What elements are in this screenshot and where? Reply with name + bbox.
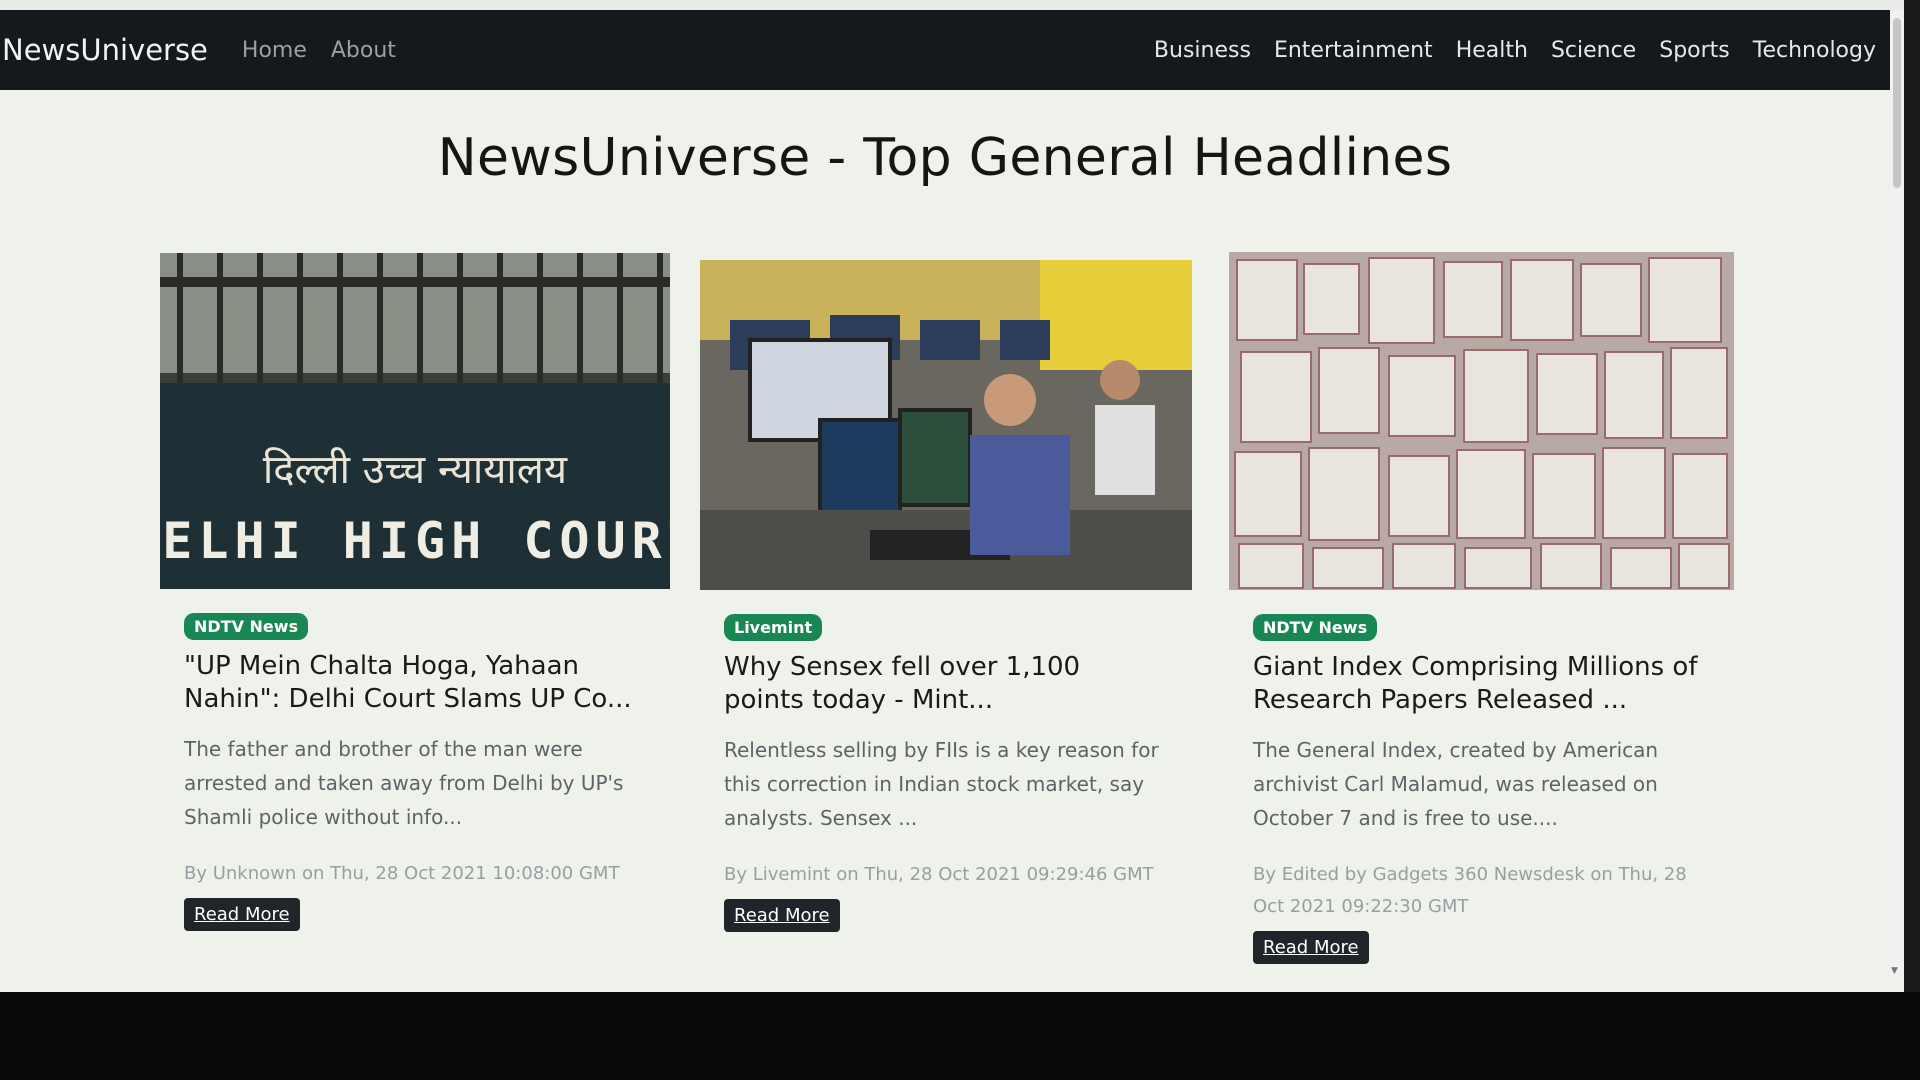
nav-link-health[interactable]: Health [1456, 38, 1528, 63]
image-text-english: DELHI HIGH COURT [160, 512, 670, 570]
news-image-research-papers[interactable] [1229, 252, 1734, 590]
nav-link-sports[interactable]: Sports [1659, 38, 1730, 63]
nav-link-technology[interactable]: Technology [1753, 38, 1876, 63]
news-card: दिल्ली उच्च न्यायालय DELHI HIGH COURT ND… [160, 253, 670, 931]
card-title: Why Sensex fell over 1,100 points today … [724, 652, 1081, 715]
vertical-scrollbar[interactable]: ▼ [1890, 10, 1904, 980]
card-body: NDTV News "UP Mein Chalta Hoga, Yahaan N… [160, 589, 670, 931]
card-description: Relentless selling by FIIs is a key reas… [724, 738, 1159, 830]
scroll-down-arrow-icon[interactable]: ▼ [1891, 966, 1898, 976]
page-title: NewsUniverse - Top General Headlines [437, 128, 1453, 188]
source-badge: Livemint [724, 614, 823, 641]
nav-link-science[interactable]: Science [1551, 38, 1636, 63]
source-badge: NDTV News [1253, 614, 1378, 641]
image-text-hindi: दिल्ली उच्च न्यायालय [263, 447, 568, 493]
news-image-trading-floor[interactable] [700, 260, 1192, 590]
read-more-button[interactable]: Read More [184, 898, 300, 931]
nav-link-about[interactable]: About [331, 38, 396, 63]
card-title: "UP Mein Chalta Hoga, Yahaan Nahin": Del… [184, 651, 632, 714]
card-meta: By Livemint on Thu, 28 Oct 2021 09:29:46… [724, 864, 1154, 885]
source-badge: NDTV News [184, 613, 309, 640]
nav-link-entertainment[interactable]: Entertainment [1274, 38, 1433, 63]
navbar: NewsUniverse Home About Business Enterta… [0, 10, 1904, 90]
news-card: NDTV News Giant Index Comprising Million… [1229, 252, 1734, 964]
card-body: NDTV News Giant Index Comprising Million… [1229, 590, 1734, 964]
main-content: NewsUniverse - Top General Headlines दिल… [0, 90, 1890, 980]
browser-viewport: NewsUniverse Home About Business Enterta… [0, 0, 1904, 992]
top-strip [0, 0, 1904, 10]
scrollbar-thumb[interactable] [1893, 18, 1901, 188]
card-body: Livemint Why Sensex fell over 1,100 poin… [700, 590, 1192, 932]
card-description: The General Index, created by American a… [1253, 738, 1659, 830]
nav-link-business[interactable]: Business [1154, 38, 1251, 63]
news-image-delhi-high-court[interactable]: दिल्ली उच्च न्यायालय DELHI HIGH COURT [160, 253, 670, 589]
card-meta: By Unknown on Thu, 28 Oct 2021 10:08:00 … [184, 863, 620, 884]
nav-link-home[interactable]: Home [242, 38, 307, 63]
news-card: Livemint Why Sensex fell over 1,100 poin… [700, 260, 1192, 932]
card-meta: By Edited by Gadgets 360 Newsdesk on Thu… [1253, 864, 1687, 917]
card-description: The father and brother of the man were a… [184, 737, 624, 829]
navbar-brand[interactable]: NewsUniverse [0, 33, 208, 67]
monitor-bezel-bottom [0, 992, 1920, 1080]
read-more-button[interactable]: Read More [1253, 931, 1369, 964]
monitor-bezel-right [1904, 0, 1920, 1080]
nav-left-links: Home About [242, 38, 396, 63]
nav-category-links: Business Entertainment Health Science Sp… [1154, 38, 1876, 63]
card-title: Giant Index Comprising Millions of Resea… [1253, 652, 1698, 715]
read-more-button[interactable]: Read More [724, 899, 840, 932]
